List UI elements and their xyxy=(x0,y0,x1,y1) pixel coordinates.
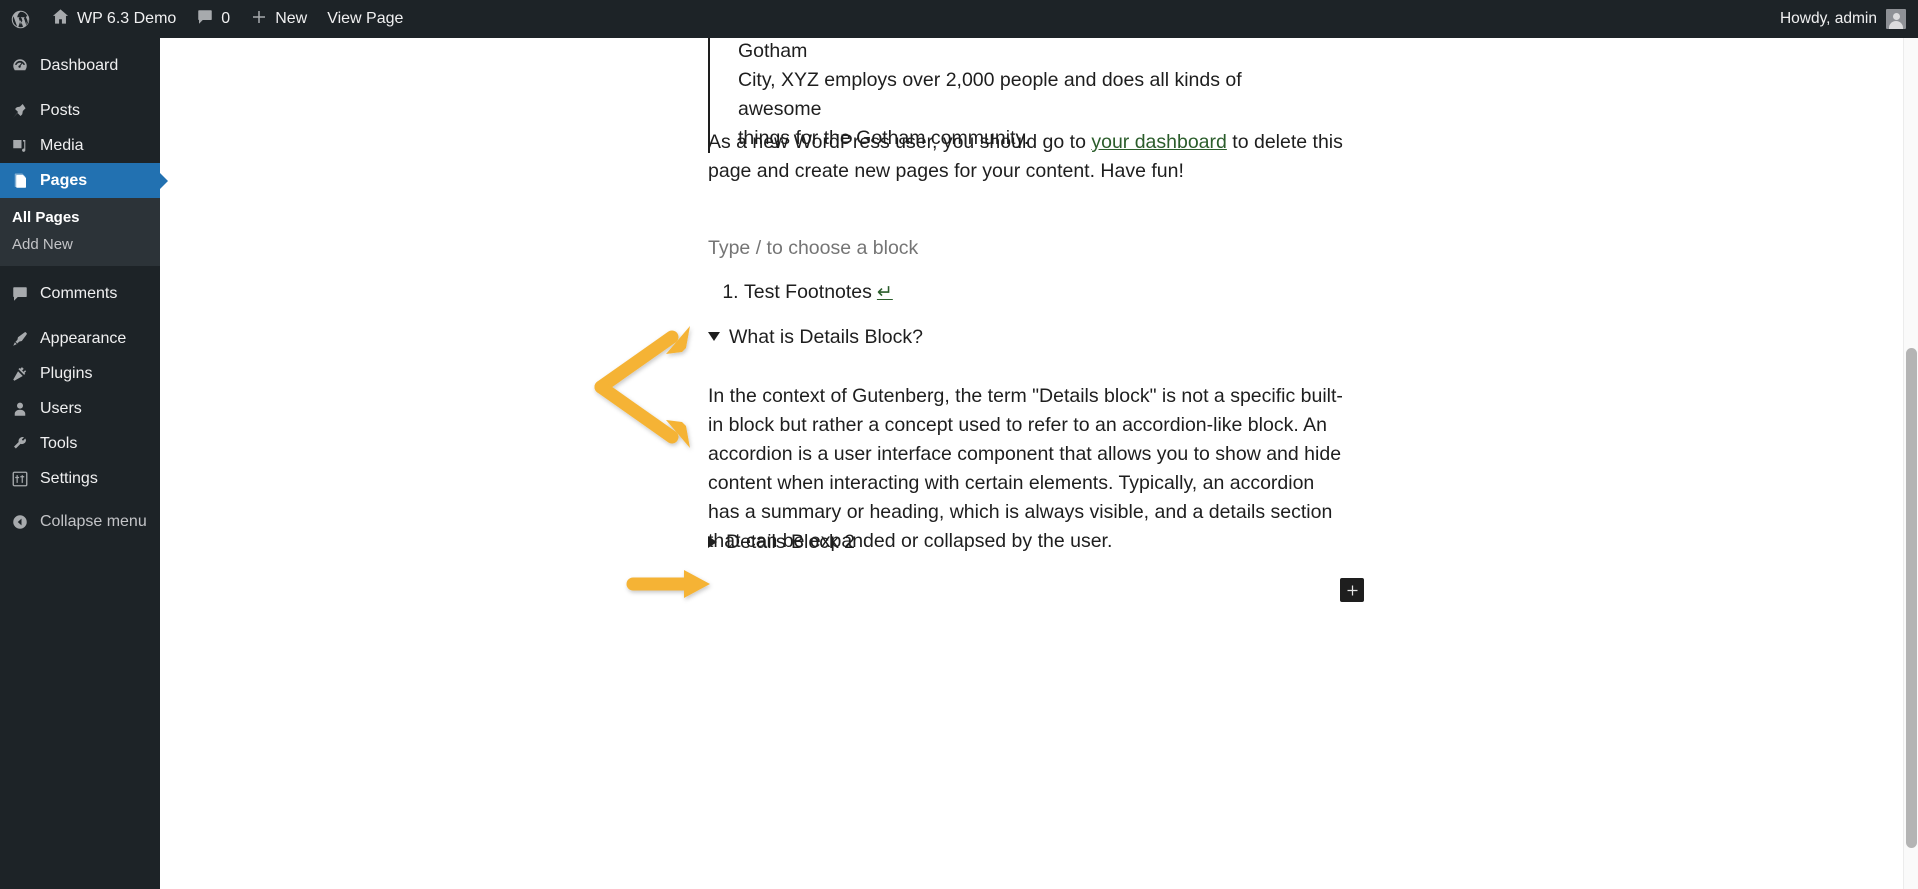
comment-bubble-icon xyxy=(10,284,30,304)
plug-icon xyxy=(10,364,30,384)
submenu-item-label: Add New xyxy=(12,236,73,253)
sidebar-item-users[interactable]: Users xyxy=(0,391,160,426)
footnotes-list-block[interactable]: Test Footnotes↵ xyxy=(708,278,893,307)
admin-sidebar-menu: Dashboard Posts Media Pages All Pages Ad… xyxy=(0,38,160,889)
submenu-item-all-pages[interactable]: All Pages xyxy=(0,204,160,231)
sidebar-item-appearance[interactable]: Appearance xyxy=(0,321,160,356)
avatar xyxy=(1886,9,1906,29)
new-label: New xyxy=(275,10,308,27)
wordpress-logo-icon xyxy=(10,9,31,30)
comments-menu[interactable]: 0 xyxy=(186,0,240,38)
vertical-scrollbar[interactable] xyxy=(1903,38,1918,889)
details-summary-label: Details Block 2 xyxy=(726,531,855,553)
list-item[interactable]: Test Footnotes↵ xyxy=(744,278,893,307)
details-summary-row[interactable]: Details Block 2 xyxy=(708,528,1348,557)
wrench-icon xyxy=(10,434,30,454)
comments-count: 0 xyxy=(221,10,231,27)
collapse-arrow-icon xyxy=(10,512,30,532)
comment-bubble-icon xyxy=(196,8,214,31)
ordered-list: Test Footnotes↵ xyxy=(708,278,893,307)
collapse-menu-button[interactable]: Collapse menu xyxy=(0,504,160,539)
details-block-1[interactable]: What is Details Block? In the context of… xyxy=(708,323,1348,556)
sidebar-item-label: Dashboard xyxy=(40,56,119,74)
sidebar-item-label: Settings xyxy=(40,469,98,487)
paintbrush-icon xyxy=(10,329,30,349)
quote-line-2: City, XYZ employs over 2,000 people and … xyxy=(738,69,1242,120)
admin-bar: WP 6.3 Demo 0 New View Page Howdy, admin xyxy=(0,0,1918,38)
media-icon xyxy=(10,136,30,156)
quote-line-1: providing quality doohickeys to the publ… xyxy=(738,40,808,62)
sidebar-item-plugins[interactable]: Plugins xyxy=(0,356,160,391)
sidebar-item-media[interactable]: Media xyxy=(0,128,160,163)
sidebar-item-tools[interactable]: Tools xyxy=(0,426,160,461)
return-arrow-icon[interactable]: ↵ xyxy=(877,282,893,303)
submenu-item-add-new[interactable]: Add New xyxy=(0,231,160,258)
sliders-icon xyxy=(10,469,30,489)
user-icon xyxy=(10,399,30,419)
sidebar-item-label: Appearance xyxy=(40,329,127,347)
list-item-label: Test Footnotes xyxy=(744,281,872,303)
sidebar-item-dashboard[interactable]: Dashboard xyxy=(0,48,160,83)
new-content-menu[interactable]: New xyxy=(240,0,317,38)
view-page-label: View Page xyxy=(327,10,404,27)
sidebar-item-label: Media xyxy=(40,136,84,154)
paragraph-block-dashboard[interactable]: As a new WordPress user, you should go t… xyxy=(708,128,1348,186)
sidebar-item-label: Pages xyxy=(40,171,88,189)
sidebar-item-comments[interactable]: Comments xyxy=(0,276,160,311)
triangle-down-icon[interactable] xyxy=(708,332,720,341)
view-page-link[interactable]: View Page xyxy=(317,0,413,38)
block-inserter-button[interactable] xyxy=(1340,578,1364,602)
details-block-2[interactable]: Details Block 2 xyxy=(708,528,1348,557)
details-summary-row[interactable]: What is Details Block? xyxy=(708,323,1348,352)
sidebar-item-label: Users xyxy=(40,399,82,417)
paragraph-text-before-link: As a new WordPress user, you should go t… xyxy=(708,131,1092,153)
block-editor-canvas[interactable]: providing quality doohickeys to the publ… xyxy=(160,38,1918,889)
sidebar-item-label: Comments xyxy=(40,284,118,302)
dashboard-icon xyxy=(10,56,30,76)
triangle-right-icon[interactable] xyxy=(708,536,717,548)
sidebar-item-settings[interactable]: Settings xyxy=(0,461,160,496)
sidebar-item-label: Plugins xyxy=(40,364,93,382)
my-account-menu[interactable]: Howdy, admin xyxy=(1780,9,1918,29)
home-icon xyxy=(51,7,70,31)
empty-block-placeholder[interactable]: Type / to choose a block xyxy=(708,234,918,263)
your-dashboard-link[interactable]: your dashboard xyxy=(1091,131,1227,153)
pin-icon xyxy=(10,101,30,121)
howdy-label: Howdy, admin xyxy=(1779,10,1877,27)
plus-icon xyxy=(1345,583,1360,598)
collapse-menu-label: Collapse menu xyxy=(40,512,147,530)
sidebar-item-posts[interactable]: Posts xyxy=(0,93,160,128)
plus-icon xyxy=(250,8,268,31)
sidebar-item-pages[interactable]: Pages xyxy=(0,163,160,198)
wordpress-logo-button[interactable] xyxy=(0,0,41,38)
pages-icon xyxy=(10,171,30,191)
sidebar-item-label: Posts xyxy=(40,101,81,119)
pages-submenu: All Pages Add New xyxy=(0,198,160,266)
submenu-item-label: All Pages xyxy=(12,209,80,226)
site-name-label: WP 6.3 Demo xyxy=(77,10,177,27)
site-name-menu[interactable]: WP 6.3 Demo xyxy=(41,0,186,38)
details-summary-label: What is Details Block? xyxy=(729,326,923,348)
sidebar-item-label: Tools xyxy=(40,434,78,452)
scrollbar-thumb[interactable] xyxy=(1906,348,1917,848)
